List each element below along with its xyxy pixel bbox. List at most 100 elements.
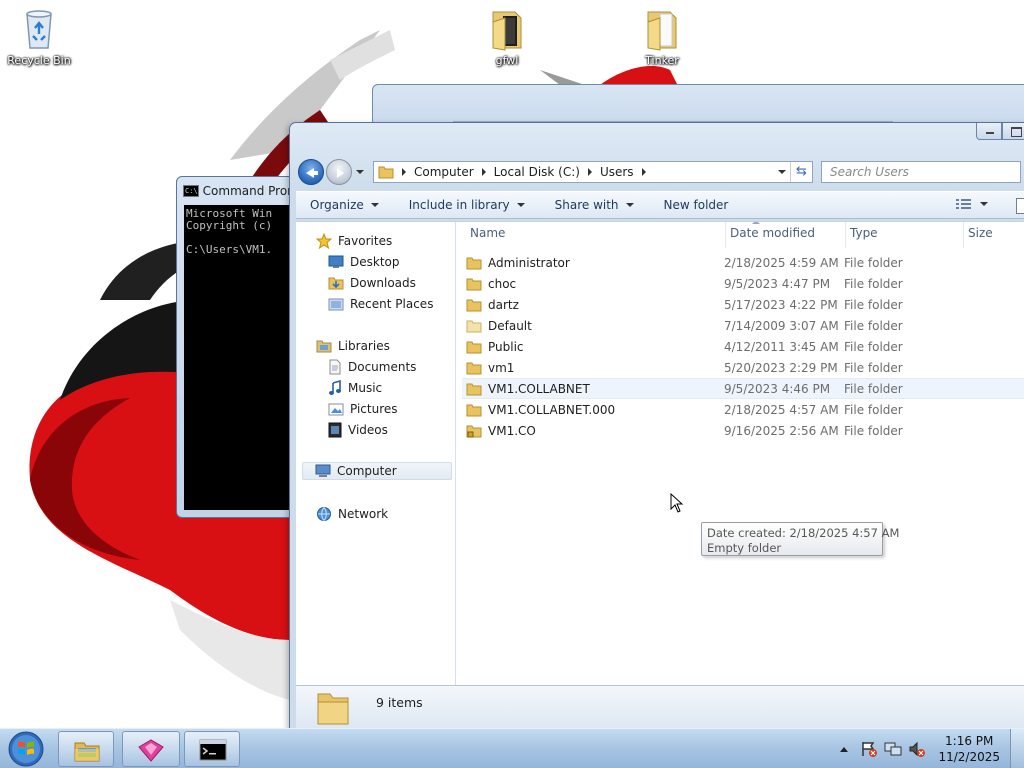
folder-icon [466,383,482,395]
nav-libraries[interactable]: Libraries [316,337,390,355]
refresh-icon[interactable]: ⇆ [790,162,812,182]
breadcrumb-computer[interactable]: Computer [414,165,474,179]
column-header-label: Date modified [730,226,816,240]
file-row[interactable]: VM1.CO 9/16/2025 2:56 AM File folder [462,420,1024,441]
folder-icon [466,299,482,311]
network-status-icon[interactable] [884,740,902,758]
nav-favorites[interactable]: Favorites [316,232,392,250]
column-header-type[interactable]: Type [846,222,964,248]
change-view-button[interactable] [956,198,988,210]
column-header-size[interactable]: Size [964,222,1024,248]
file-list[interactable]: Name Date modified Type Size Administrat… [456,222,1024,685]
maximize-button[interactable] [1002,123,1024,140]
desktop-icon-tinker[interactable]: Tinker [623,6,701,67]
file-type: File folder [844,318,903,333]
desktop-icon-gfwl[interactable]: gfwl [468,6,546,67]
breadcrumb-local-disk[interactable]: Local Disk (C:) [494,165,580,179]
file-type: File folder [844,423,903,438]
file-row[interactable]: Default 7/14/2009 3:07 AM File folder [462,315,1024,336]
file-date: 5/17/2023 4:22 PM [724,297,838,312]
file-name: Administrator [488,255,570,270]
folder-icon [466,257,482,269]
mouse-cursor-icon [670,493,684,513]
organize-label: Organize [310,198,364,212]
breadcrumb-separator[interactable] [641,168,646,176]
back-button[interactable] [298,159,324,185]
column-header-date-modified[interactable]: Date modified [726,222,846,248]
file-date: 7/14/2009 3:07 AM [724,318,839,333]
cmd-console[interactable]: Microsoft Win Copyright (c) C:\Users\VM1. [184,205,299,510]
nav-documents[interactable]: Documents [328,358,416,376]
folder-icon [466,341,482,353]
star-icon [316,233,332,249]
computer-icon [315,464,331,477]
file-row-hovered[interactable]: VM1.COLLABNET 9/5/2023 4:46 PM File fold… [462,378,1024,399]
share-with-button[interactable]: Share with [555,198,634,212]
breadcrumb-separator[interactable] [481,168,486,176]
folder-icon [466,362,482,374]
nav-network[interactable]: Network [316,505,388,523]
cmd-title: Command Prom [202,184,293,198]
file-row[interactable]: Administrator 2/18/2025 4:59 AM File fol… [462,252,1024,273]
command-prompt-window[interactable]: C:\ Command Prom Microsoft Win Copyright … [176,176,300,518]
file-row[interactable]: vm1 5/20/2023 2:29 PM File folder [462,357,1024,378]
forward-button[interactable] [326,159,352,185]
nav-downloads[interactable]: Downloads [328,274,416,292]
new-folder-button[interactable]: New folder [664,198,729,212]
show-hidden-icons-button[interactable] [840,746,849,752]
navigation-pane[interactable]: Favorites Desktop Downloads Recent Place… [296,222,456,685]
file-row[interactable]: choc 9/5/2023 4:47 PM File folder [462,273,1024,294]
nav-music[interactable]: Music [328,379,382,397]
taskbar-clock[interactable]: 1:16 PM 11/2/2025 [938,733,1000,765]
music-icon [329,380,341,395]
preview-pane-button[interactable] [1016,198,1024,214]
file-date: 2/18/2025 4:57 AM [724,402,839,417]
nav-videos[interactable]: Videos [328,421,388,439]
show-desktop-button[interactable] [1010,729,1024,768]
tooltip-line: Empty folder [707,541,782,555]
desktop-icon-recycle-bin[interactable]: Recycle Bin [0,6,78,67]
include-in-library-label: Include in library [408,198,510,212]
file-row[interactable]: dartz 5/17/2023 4:22 PM File folder [462,294,1024,315]
search-input[interactable]: Search Users [821,161,1021,183]
file-name: VM1.COLLABNET.000 [488,402,616,417]
breadcrumb-separator[interactable] [587,168,592,176]
taskbar-cmd-button[interactable] [184,731,240,767]
windows-explorer-icon [74,742,100,762]
desktop-icon-label: Recycle Bin [7,54,71,67]
taskbar-explorer-button[interactable] [58,731,114,767]
organize-button[interactable]: Organize [310,198,379,212]
file-name: dartz [488,297,519,312]
nav-recent-places[interactable]: Recent Places [328,295,433,313]
breadcrumb-separator[interactable] [402,168,406,176]
address-dropdown[interactable] [778,170,786,174]
share-with-label: Share with [554,198,619,212]
nav-label: Recent Places [350,297,434,311]
action-center-icon[interactable] [860,740,878,758]
nav-pictures[interactable]: Pictures [328,400,398,418]
file-row[interactable]: Public 4/12/2011 3:45 AM File folder [462,336,1024,357]
explorer-window[interactable]: Computer Local Disk (C:) Users ⇆ Search … [289,122,1024,730]
include-in-library-button[interactable]: Include in library [409,198,525,212]
nav-desktop[interactable]: Desktop [328,253,400,271]
breadcrumb-users[interactable]: Users [600,165,634,179]
folder-icon [378,166,394,179]
taskbar-app-button[interactable] [122,731,180,767]
cmd-title-bar[interactable]: C:\ Command Prom [183,181,293,201]
column-header-label: Name [470,226,506,240]
column-header-name[interactable]: Name [466,222,726,248]
recent-pages-dropdown[interactable] [355,167,365,177]
minimize-button[interactable] [976,123,1002,140]
file-row[interactable]: VM1.COLLABNET.000 2/18/2025 4:57 AM File… [462,399,1024,420]
clock-date: 11/2/2025 [938,750,1000,764]
volume-muted-icon[interactable] [908,740,926,758]
file-name: choc [488,276,517,291]
address-bar[interactable]: Computer Local Disk (C:) Users ⇆ [373,161,813,183]
file-date: 2/18/2025 4:59 AM [724,255,839,270]
start-button[interactable] [2,730,50,768]
new-folder-label: New folder [663,198,729,212]
column-header-label: Size [968,226,993,240]
command-prompt-icon [199,739,227,761]
folder-icon [466,404,482,416]
nav-computer[interactable]: Computer [302,462,452,480]
